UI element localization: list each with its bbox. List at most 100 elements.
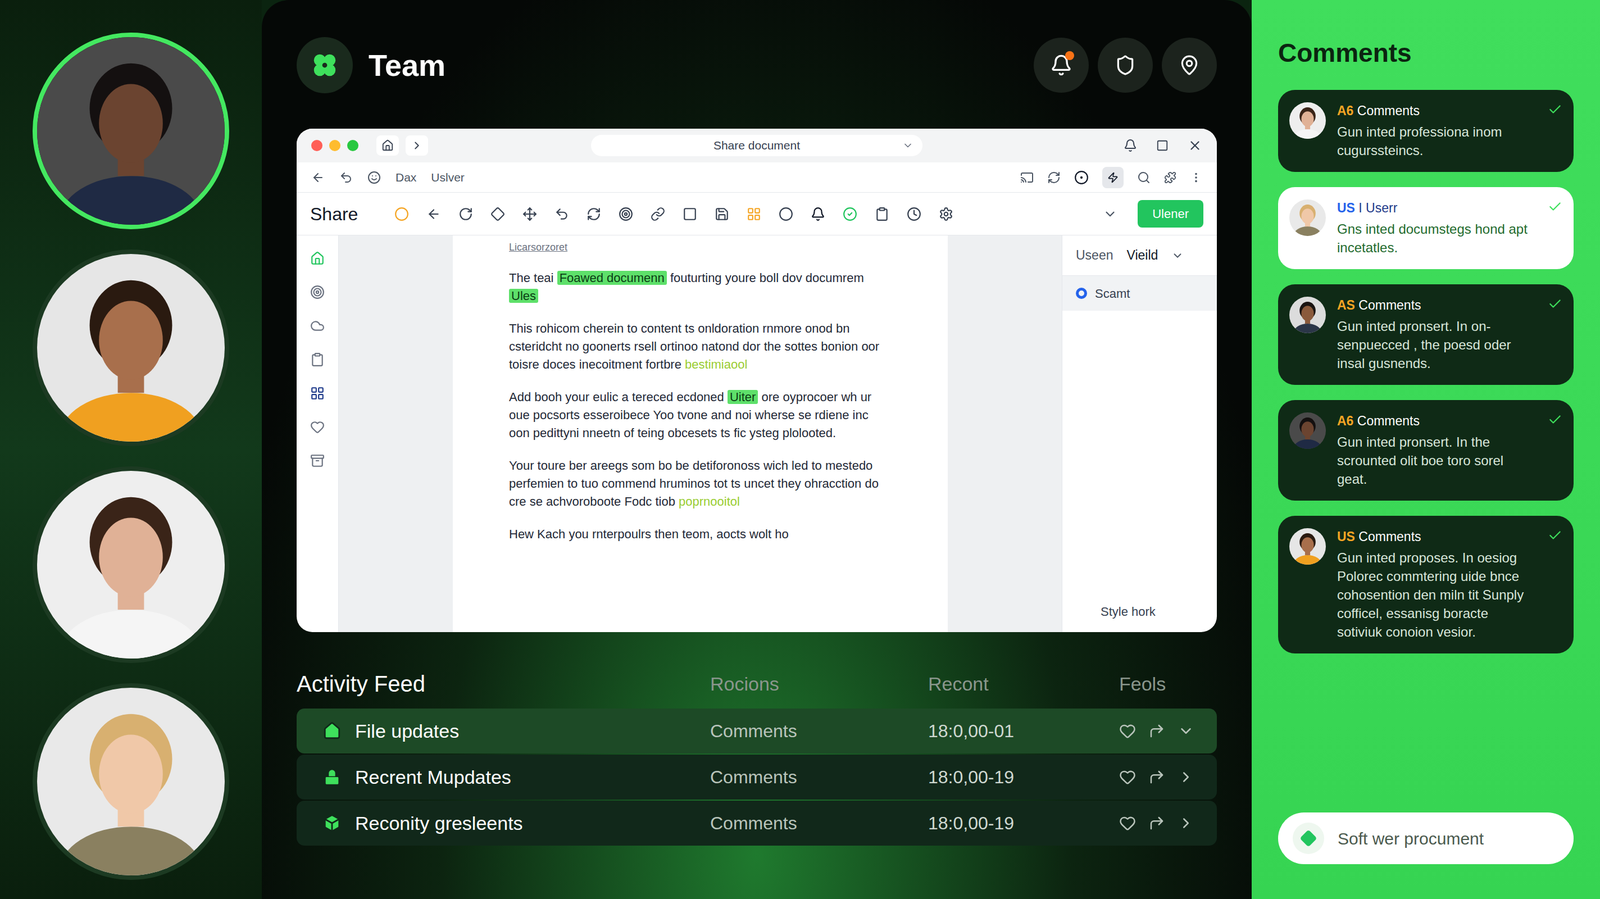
clock-icon[interactable] — [906, 206, 922, 222]
save-icon[interactable] — [714, 206, 730, 222]
gear-icon[interactable] — [938, 206, 954, 222]
grid-icon[interactable] — [310, 385, 325, 401]
bell-icon[interactable] — [810, 206, 826, 222]
puzzle-icon[interactable] — [1164, 171, 1177, 184]
nav-bar: Dax Uslver — [296, 162, 1217, 193]
comment-card[interactable]: US CommentsGun inted proposes. In oesiog… — [1278, 515, 1574, 654]
panel-tab[interactable]: Useen — [1075, 245, 1113, 266]
document-page[interactable]: LicarsorzoretThe teai Foawed documenn fo… — [452, 235, 948, 633]
team-member[interactable] — [32, 249, 230, 447]
breadcrumb[interactable]: Uslver — [430, 168, 465, 187]
chevron-down-icon[interactable] — [1171, 249, 1184, 262]
minimize-dot[interactable] — [329, 139, 341, 152]
logo[interactable] — [296, 37, 353, 94]
link-icon[interactable] — [650, 206, 666, 222]
highlight[interactable]: Uiter — [727, 389, 758, 404]
comments-panel: CommentsA6 CommentsGun inted professiona… — [1251, 0, 1600, 899]
close-dot[interactable] — [311, 139, 323, 152]
heart-icon[interactable] — [1119, 814, 1136, 832]
highlight[interactable]: Ules — [508, 288, 539, 303]
reply-icon[interactable] — [1148, 768, 1166, 786]
archive-icon[interactable] — [310, 453, 325, 468]
panel-footer[interactable]: Style hork — [1062, 602, 1217, 633]
column-header[interactable]: Feols — [1119, 669, 1217, 699]
reply-icon[interactable] — [1148, 722, 1166, 740]
link[interactable]: poprnooitol — [678, 494, 740, 509]
check-icon[interactable] — [1547, 102, 1563, 117]
column-header[interactable]: Rocions — [710, 669, 929, 699]
target-icon[interactable] — [310, 284, 325, 300]
more-icon[interactable] — [1189, 171, 1203, 184]
chevron-down-icon[interactable] — [1177, 722, 1195, 740]
app: TeamShare documentDaxUslverShareUlenerLi… — [0, 0, 1600, 899]
comment-card[interactable]: US I UserrGns inted documstegs hond apt … — [1278, 187, 1574, 270]
record-icon[interactable] — [1074, 170, 1089, 185]
feed-row[interactable]: Recrent MupdatesComments18:0,00-19 — [296, 754, 1217, 800]
house-icon[interactable] — [310, 251, 325, 266]
close-icon[interactable] — [1187, 138, 1203, 153]
clipboard-icon[interactable] — [874, 206, 890, 222]
comment-card[interactable]: AS CommentsGun inted pronsert. In on- se… — [1278, 284, 1574, 385]
location-button[interactable] — [1161, 37, 1217, 93]
grid-icon[interactable] — [746, 206, 762, 222]
team-member[interactable] — [32, 683, 230, 880]
heart-icon[interactable] — [310, 419, 325, 435]
item-dot-icon — [1075, 287, 1088, 299]
link[interactable]: bestimiaool — [684, 357, 748, 372]
feed-row[interactable]: Reconity gresleentsComments18:0,00-19 — [296, 800, 1217, 846]
maximize-icon[interactable] — [1156, 139, 1169, 152]
heart-icon[interactable] — [1119, 722, 1136, 740]
panel-item[interactable]: Scamt — [1062, 275, 1217, 311]
diamond-icon[interactable] — [490, 206, 506, 222]
cast-icon[interactable] — [1020, 170, 1034, 185]
title-bar: Share document — [296, 128, 1217, 163]
home-button[interactable] — [376, 135, 399, 156]
arrow-left-icon[interactable] — [426, 206, 442, 222]
circle-icon[interactable] — [394, 206, 409, 222]
comment-card[interactable]: A6 CommentsGun inted pronsert. In the sc… — [1278, 400, 1574, 501]
panel-tab[interactable]: Vieild — [1126, 245, 1158, 266]
chevron-right-icon[interactable] — [1177, 814, 1195, 832]
chevron-down-icon[interactable] — [1102, 206, 1118, 222]
move-icon[interactable] — [522, 206, 538, 222]
smile-icon[interactable] — [367, 170, 381, 185]
team-member[interactable] — [32, 466, 230, 663]
rotate-icon[interactable] — [458, 206, 474, 222]
check-icon[interactable] — [1547, 199, 1563, 215]
comment-card[interactable]: A6 CommentsGun inted professiona inom cu… — [1278, 89, 1574, 172]
shield-button[interactable] — [1097, 37, 1153, 93]
bell-icon[interactable] — [1123, 138, 1138, 153]
extension-button[interactable] — [1102, 166, 1124, 189]
undo-icon[interactable] — [554, 206, 570, 222]
target-icon[interactable] — [618, 206, 634, 222]
team-member[interactable] — [32, 32, 230, 230]
address-pill[interactable]: Share document — [591, 134, 923, 157]
back-icon[interactable] — [311, 170, 325, 185]
feed-row[interactable]: File updatesComments18:0,00-01 — [296, 708, 1217, 754]
notifications-button[interactable] — [1033, 37, 1089, 93]
square-icon[interactable] — [682, 206, 698, 222]
undo-icon[interactable] — [339, 170, 353, 185]
highlight[interactable]: Foawed documenn — [557, 270, 667, 285]
check-icon[interactable] — [1547, 412, 1563, 427]
member-photo — [37, 253, 225, 442]
check-icon[interactable] — [1547, 528, 1563, 543]
refresh-icon[interactable] — [586, 206, 602, 222]
comment-body: Gun inted professiona inom cugurssteincs… — [1337, 122, 1537, 160]
check-icon[interactable] — [1547, 296, 1563, 312]
check-circle-icon[interactable] — [842, 206, 858, 222]
chevron-right-icon[interactable] — [1177, 768, 1195, 786]
reply-icon[interactable] — [1148, 814, 1166, 832]
heart-icon[interactable] — [1119, 768, 1136, 786]
circle-outline-icon[interactable] — [778, 206, 794, 222]
maximize-dot[interactable] — [347, 139, 359, 152]
column-header[interactable]: Recont — [928, 669, 1120, 699]
comment-input[interactable]: Soft wer procument — [1278, 812, 1574, 865]
clipboard-icon[interactable] — [310, 352, 325, 367]
search-icon[interactable] — [1137, 170, 1151, 185]
refresh-icon[interactable] — [1047, 170, 1061, 185]
primary-button[interactable]: Ulener — [1137, 200, 1204, 228]
forward-button[interactable] — [405, 135, 429, 156]
breadcrumb[interactable]: Dax — [395, 168, 417, 187]
cloud-icon[interactable] — [310, 318, 325, 334]
